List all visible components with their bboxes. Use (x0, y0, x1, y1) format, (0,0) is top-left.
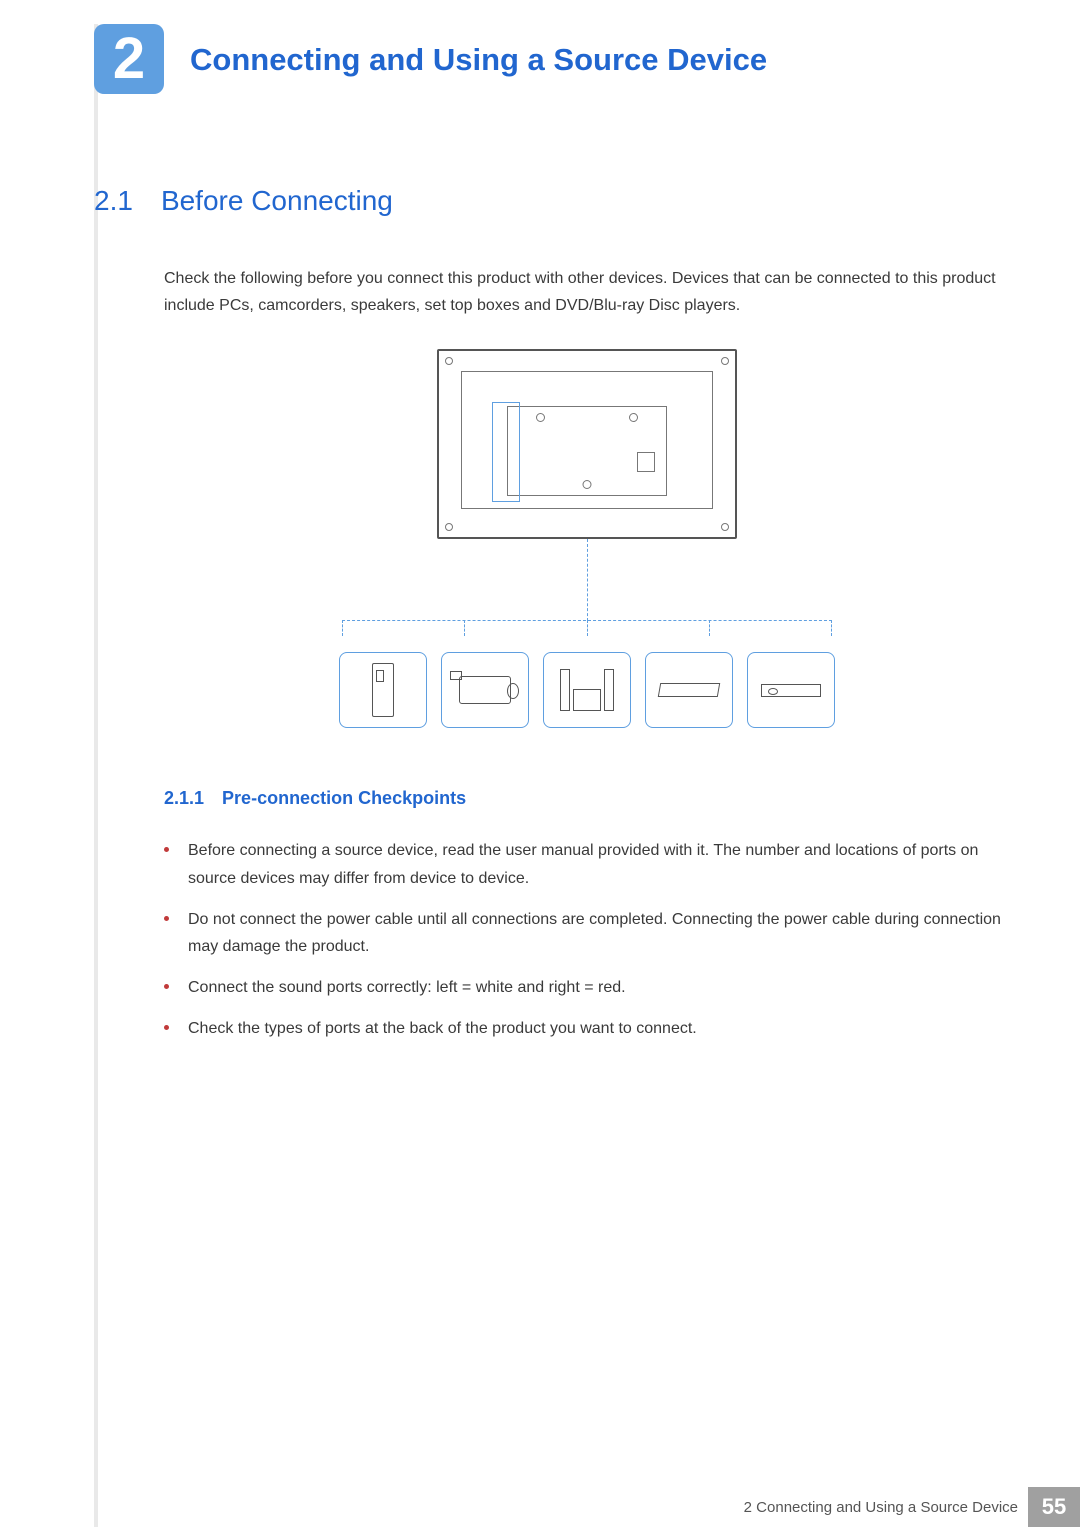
list-item: Before connecting a source device, read … (164, 837, 1010, 891)
camcorder-icon (441, 652, 529, 728)
chapter-number: 2 (113, 30, 145, 88)
port-panel-icon (492, 402, 520, 502)
section-title: Before Connecting (161, 185, 393, 217)
chapter-number-badge: 2 (94, 24, 164, 94)
section-number: 2.1 (94, 185, 133, 217)
dvd-player-icon (747, 652, 835, 728)
page-number: 55 (1042, 1494, 1066, 1520)
list-item: Do not connect the power cable until all… (164, 906, 1010, 960)
subsection-number: 2.1.1 (164, 788, 204, 809)
pc-icon (339, 652, 427, 728)
page-content: 2.1 Before Connecting Check the followin… (94, 185, 1010, 1057)
connection-diagram (164, 349, 1010, 728)
list-item: Connect the sound ports correctly: left … (164, 974, 1010, 1001)
chapter-title: Connecting and Using a Source Device (190, 42, 767, 78)
tv-rear-panel-icon (437, 349, 737, 539)
source-devices-row (339, 652, 835, 728)
speakers-icon (543, 652, 631, 728)
connection-lines-icon (342, 539, 832, 636)
checkpoint-list: Before connecting a source device, read … (164, 837, 1010, 1042)
footer-chapter-ref: 2 (744, 1499, 752, 1516)
section-heading: 2.1 Before Connecting (94, 185, 1010, 217)
port-module-icon (637, 452, 655, 472)
subsection-title: Pre-connection Checkpoints (222, 788, 466, 809)
footer-label: 2 Connecting and Using a Source Device (744, 1499, 1018, 1516)
intro-paragraph: Check the following before you connect t… (164, 265, 1010, 319)
list-item: Check the types of ports at the back of … (164, 1015, 1010, 1042)
set-top-box-icon (645, 652, 733, 728)
subsection-heading: 2.1.1 Pre-connection Checkpoints (164, 788, 1010, 809)
page-footer: 2 Connecting and Using a Source Device 5… (94, 1487, 1080, 1527)
footer-title: Connecting and Using a Source Device (756, 1499, 1018, 1516)
page-number-badge: 55 (1028, 1487, 1080, 1527)
